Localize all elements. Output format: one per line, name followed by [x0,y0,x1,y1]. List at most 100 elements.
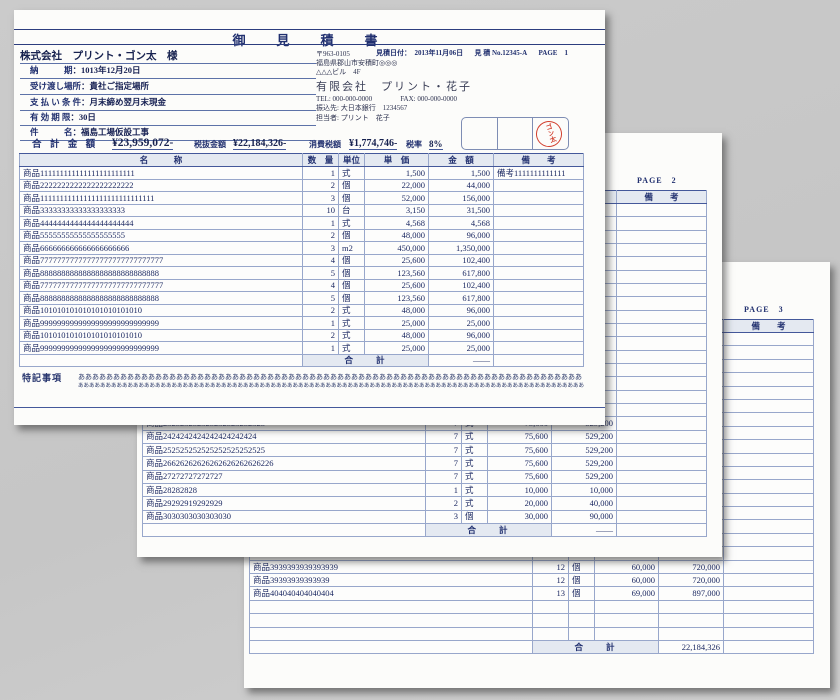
item-cell: 3 [303,242,339,255]
item-cell [724,614,814,627]
item-cell: 7 [426,430,462,443]
item-cell: 13 [533,587,569,600]
item-cell [533,614,569,627]
item-cell [659,627,724,640]
item-cell: 25,000 [365,342,429,355]
item-cell: 商品8888888888888888888888888888 [20,267,303,280]
item-cell [724,547,814,560]
item-cell [617,270,707,283]
item-cell: 897,000 [659,587,724,600]
item-cell: 450,000 [365,242,429,255]
item-row: 商品22222222222222222222222個22,00044,000 [20,179,584,192]
item-cell: 529,200 [552,443,617,456]
item-cell: 60,000 [595,574,659,587]
item-cell: 式 [339,329,365,342]
column-header: 金 額 [429,154,494,167]
item-cell [724,386,814,399]
item-cell [494,229,584,242]
table-header-row: 名 称数 量単位単 価金 額備 考 [20,154,584,167]
item-cell: 90,000 [552,510,617,523]
item-cell: 75,600 [488,443,552,456]
item-cell: 720,000 [659,574,724,587]
special-notes-line-2: ああああああああああああああああああああああああああああああああああああああああ… [78,381,584,389]
item-cell: 5 [303,292,339,305]
item-cell: 102,400 [429,279,494,292]
item-cell [617,470,707,483]
title-rule-bottom [14,44,605,45]
item-cell: 商品28282828 [143,483,426,496]
item-cell [659,614,724,627]
item-cell [569,627,595,640]
item-row: 商品272727272727277式75,600529,200 [143,470,707,483]
column-header: 数 量 [303,154,339,167]
field-value: ：1013年12月20日 [73,64,141,78]
field-value: ：30日 [70,111,96,125]
item-cell [724,413,814,426]
item-cell [569,600,595,613]
item-cell: 商品27272727272727 [143,470,426,483]
item-cell: 10,000 [488,483,552,496]
item-cell: 1 [303,317,339,330]
item-cell: 75,600 [488,430,552,443]
item-cell [494,204,584,217]
item-cell: 式 [462,443,488,456]
item-cell: 25,000 [365,317,429,330]
customer-name: 株式会社 プリント・ゴン太 様 [20,48,316,64]
item-cell [617,510,707,523]
item-row: 商品88888888888888888888888888885個123,5606… [20,292,584,305]
item-cell [617,297,707,310]
tax-label: 消費税額 [309,139,341,150]
item-cell [595,600,659,613]
item-row: 商品111111111111111111111111111113個52,0001… [20,192,584,205]
item-cell: 720,000 [659,560,724,573]
item-cell [724,600,814,613]
column-header: 備 考 [494,154,584,167]
item-cell: 1 [303,217,339,230]
item-cell: 20,000 [488,497,552,510]
totals-row: 合 計 金 額 ¥23,959,072- 税抜金額 ¥22,184,326- 消… [20,137,598,151]
item-cell [617,337,707,350]
item-cell [494,267,584,280]
item-cell: 4,568 [365,217,429,230]
item-cell: 3 [426,510,462,523]
item-cell: 商品111111111111111111111111 [20,167,303,180]
total-row: 合 計―― [143,523,707,536]
item-cell [724,480,814,493]
total-label-cell: 合 計 [533,640,659,653]
item-row: 商品393939393939393912個60,000720,000 [250,560,814,573]
item-cell [617,483,707,496]
item-cell: 123,560 [365,267,429,280]
total-label-cell: 合 計 [303,354,429,367]
item-cell: 4 [303,254,339,267]
item-cell: 商品26626262626262626262626226 [143,457,426,470]
item-cell: 個 [462,510,488,523]
item-cell [494,179,584,192]
item-cell: 式 [339,317,365,330]
item-cell: 式 [462,497,488,510]
item-cell: 式 [462,430,488,443]
item-cell: 529,200 [552,470,617,483]
column-header: 名 称 [20,154,303,167]
item-cell: 44,000 [429,179,494,192]
item-cell [617,323,707,336]
total-remarks-cell [724,640,814,653]
item-cell [494,217,584,230]
item-cell: 1,500 [429,167,494,180]
item-cell [494,342,584,355]
item-cell [724,346,814,359]
item-cell [494,317,584,330]
item-cell: 商品8888888888888888888888888888 [20,292,303,305]
seller-postal: 〒963-0105 [316,50,472,59]
item-cell: 台 [339,204,365,217]
item-cell: 商品9999999999999999999999999999 [20,317,303,330]
item-cell: 25,000 [429,342,494,355]
item-cell: 617,800 [429,267,494,280]
item-cell [494,304,584,317]
field-delivery-place: 受け渡し場所 ：貴社ご指定場所 [20,80,316,95]
page-number-label: PAGE 3 [744,304,784,315]
tax-rate-label: 税率 [406,139,422,150]
item-cell: 617,800 [429,292,494,305]
item-cell: 96,000 [429,329,494,342]
document-title: 御 見 積 書 [14,30,605,49]
item-cell [617,230,707,243]
